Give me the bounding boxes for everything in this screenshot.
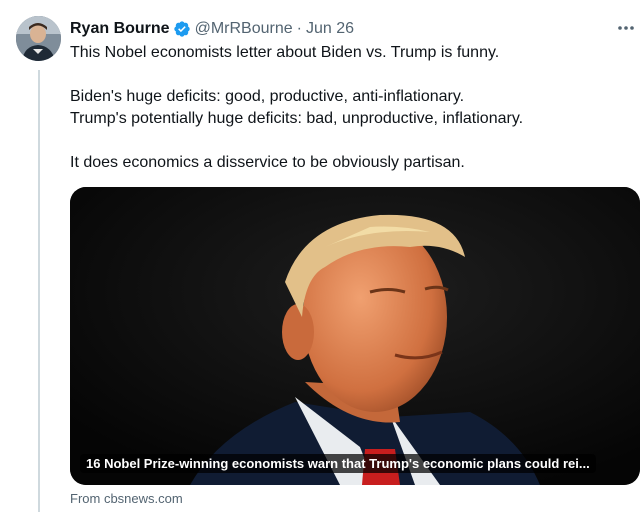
- avatar-image: [16, 16, 61, 61]
- more-dots-icon[interactable]: [616, 19, 636, 37]
- card-source[interactable]: From cbsnews.com: [70, 491, 183, 506]
- card-image: [70, 187, 640, 485]
- card-title: 16 Nobel Prize-winning economists warn t…: [80, 454, 596, 473]
- author-handle[interactable]: @MrRBourne: [195, 20, 293, 38]
- tweet-text: This Nobel economists letter about Biden…: [70, 42, 630, 174]
- avatar[interactable]: [16, 16, 61, 61]
- separator-dot: ·: [296, 20, 302, 37]
- tweet-date[interactable]: Jun 26: [306, 20, 354, 38]
- author-name[interactable]: Ryan Bourne: [70, 20, 170, 38]
- verified-badge-icon: [173, 20, 191, 38]
- thread-line: [38, 70, 40, 512]
- tweet-line-4: It does economics a disservice to be obv…: [70, 154, 465, 171]
- tweet-line-2: Biden's huge deficits: good, productive,…: [70, 88, 465, 105]
- link-card[interactable]: 16 Nobel Prize-winning economists warn t…: [70, 187, 640, 485]
- tweet-header: Ryan Bourne @MrRBourne · Jun 26: [70, 19, 354, 39]
- tweet-line-1: This Nobel economists letter about Biden…: [70, 44, 500, 61]
- tweet-line-3: Trump's potentially huge deficits: bad, …: [70, 110, 524, 127]
